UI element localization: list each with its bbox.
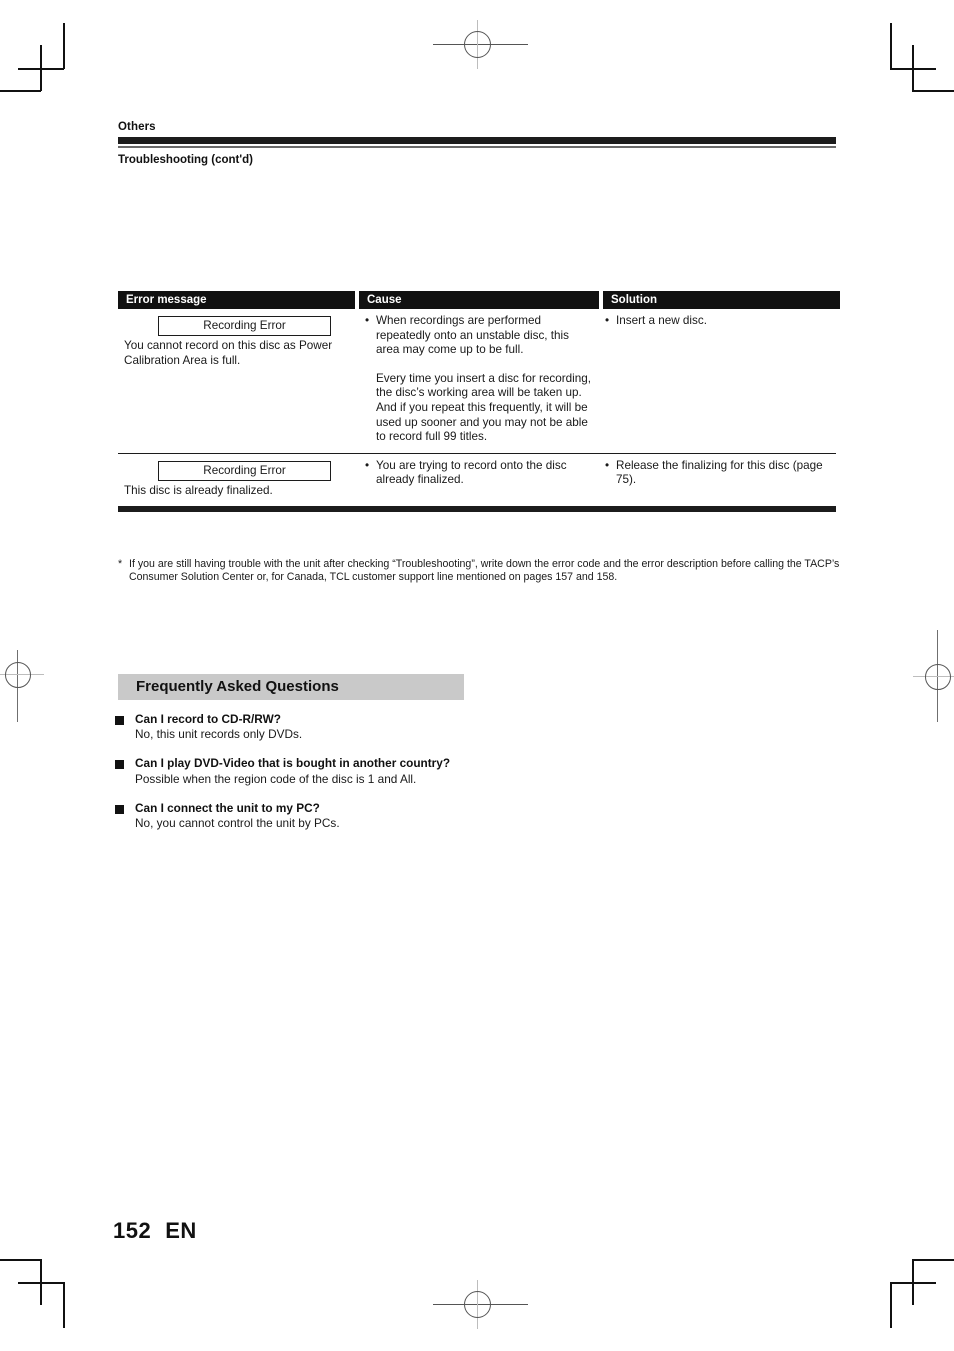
registration-mark-top-circle	[464, 31, 491, 58]
faq-heading: Frequently Asked Questions	[136, 678, 339, 695]
footnote-text: If you are still having trouble with the…	[129, 558, 840, 584]
header-rule-thin	[118, 146, 836, 148]
crop-mark-bottom-left-inner-vertical	[63, 1282, 65, 1328]
cell-cause: When recordings are performed repeatedly…	[359, 309, 599, 453]
cause-bullet: When recordings are performed repeatedly…	[365, 314, 593, 358]
error-description: You cannot record on this disc as Power …	[124, 339, 333, 367]
table-row: Recording Error This disc is already fin…	[118, 454, 836, 507]
language-code: EN	[165, 1218, 197, 1243]
crop-mark-top-left-vertical	[63, 23, 65, 69]
cell-error-message: Recording Error This disc is already fin…	[118, 454, 359, 507]
page-header-block: Others Troubleshooting (cont'd)	[118, 120, 836, 167]
cell-error-message: Recording Error You cannot record on thi…	[118, 309, 359, 453]
solution-bullet: Release the finalizing for this disc (pa…	[605, 459, 830, 488]
crop-mark-top-right-vertical	[890, 23, 892, 69]
column-header-cause: Cause	[359, 291, 599, 309]
faq-heading-band: Frequently Asked Questions	[118, 674, 464, 700]
cause-extra-paragraph: Every time you insert a disc for recordi…	[376, 371, 592, 444]
faq-list: Can I record to CD-R/RW? No, this unit r…	[113, 712, 513, 845]
column-header-error-message: Error message	[118, 291, 355, 309]
solution-bullet: Insert a new disc.	[605, 314, 830, 329]
crop-mark-bottom-right-outer-horizontal	[913, 1259, 954, 1261]
crop-mark-top-right-inner-horizontal	[912, 90, 954, 92]
registration-mark-right-circle	[925, 664, 951, 690]
crop-mark-top-left-inner-horizontal	[0, 90, 41, 92]
error-code-box: Recording Error	[158, 460, 331, 481]
page-number: 152	[113, 1218, 152, 1243]
cell-solution: Release the finalizing for this disc (pa…	[599, 454, 836, 507]
header-rule-thick	[118, 137, 836, 144]
cause-bullet: You are trying to record onto the disc a…	[365, 459, 593, 488]
registration-mark-left-circle	[5, 662, 31, 688]
crop-mark-top-right-inner-vertical	[912, 45, 914, 91]
faq-question: Can I record to CD-R/RW?	[113, 712, 513, 727]
error-code-box: Recording Error	[158, 316, 331, 336]
crop-mark-bottom-left-inner-horizontal	[18, 1282, 64, 1284]
crop-mark-bottom-left-outer-horizontal	[0, 1259, 41, 1261]
faq-answer: Possible when the region code of the dis…	[135, 771, 417, 786]
troubleshooting-table: Error message Cause Solution Recording E…	[118, 291, 840, 513]
faq-item: Can I record to CD-R/RW? No, this unit r…	[113, 712, 513, 742]
cause-paragraph-gap	[365, 358, 593, 372]
faq-answer: No, you cannot control the unit by PCs.	[135, 816, 340, 831]
table-header-row: Error message Cause Solution	[118, 291, 840, 309]
table-row: Recording Error You cannot record on thi…	[118, 309, 836, 454]
column-header-solution: Solution	[603, 291, 840, 309]
cell-solution: Insert a new disc.	[599, 309, 836, 453]
error-description: This disc is already finalized.	[124, 483, 273, 497]
chapter-label: Others	[118, 121, 156, 133]
registration-mark-bottom-circle	[464, 1291, 491, 1318]
page-title: Troubleshooting (cont'd)	[118, 154, 253, 166]
faq-answer: No, this unit records only DVDs.	[135, 727, 303, 742]
cell-cause: You are trying to record onto the disc a…	[359, 454, 599, 507]
faq-question: Can I play DVD-Video that is bought in a…	[113, 756, 513, 771]
crop-mark-bottom-right-inner-horizontal	[890, 1282, 936, 1284]
footnote: * If you are still having trouble with t…	[118, 558, 842, 584]
faq-question: Can I connect the unit to my PC?	[113, 801, 513, 816]
footnote-marker: *	[118, 558, 123, 570]
faq-item: Can I connect the unit to my PC? No, you…	[113, 801, 513, 831]
page-footer: 152 EN	[113, 1218, 197, 1244]
crop-mark-bottom-right-inner-vertical	[890, 1282, 892, 1328]
crop-mark-top-left-inner-vertical	[40, 45, 42, 91]
table-bottom-rule	[118, 506, 836, 513]
faq-item: Can I play DVD-Video that is bought in a…	[113, 756, 513, 786]
